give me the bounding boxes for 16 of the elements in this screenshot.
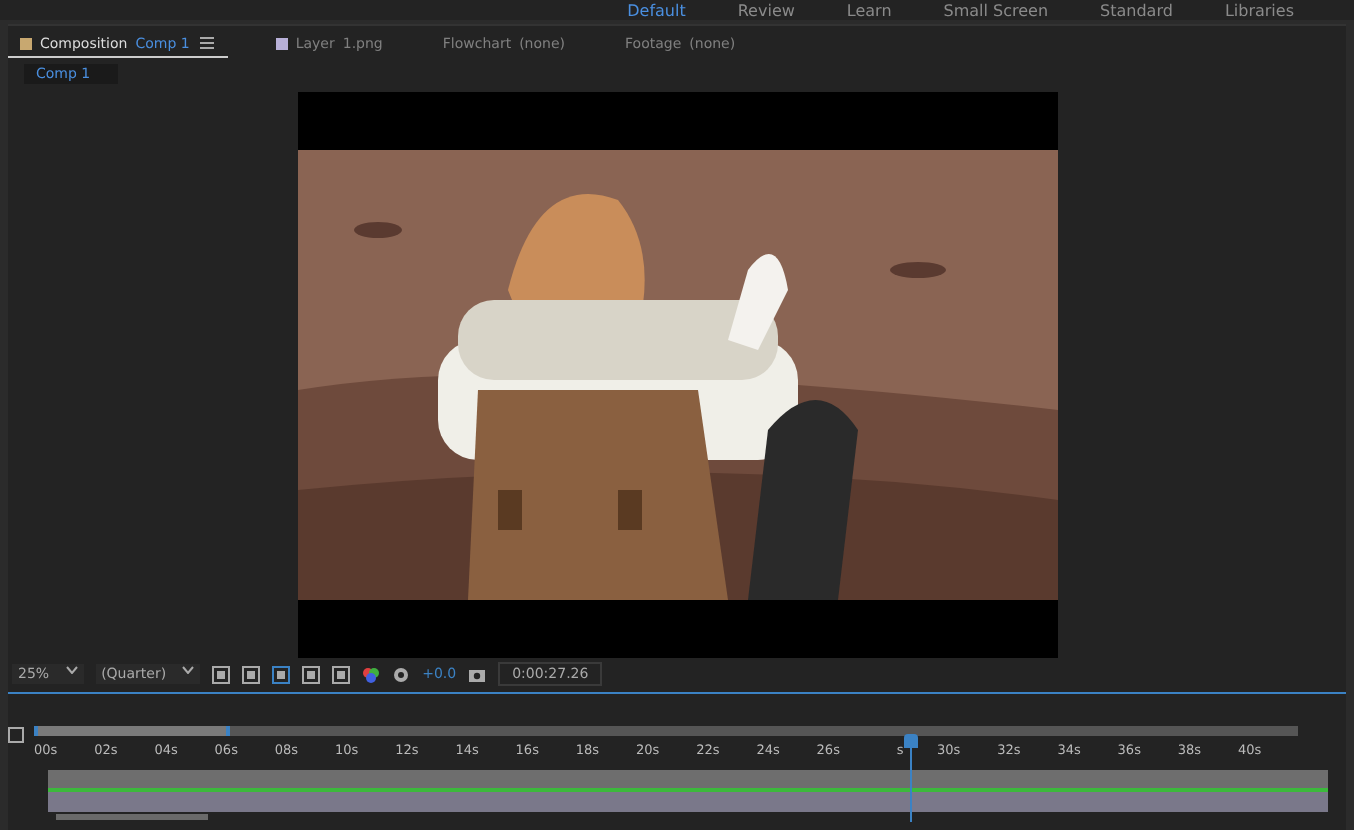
exposure-icon[interactable] [392,665,411,683]
color-channels-icon[interactable] [362,665,381,683]
workspace-tab[interactable]: Learn [846,4,892,20]
comp-icon[interactable] [8,726,26,744]
chevron-down-icon [182,666,195,674]
workspace-tab[interactable]: Review [737,4,795,20]
workspace-tab[interactable]: Small Screen [943,4,1049,20]
scroll-bar[interactable] [56,814,208,820]
workspace-tab[interactable]: Default [627,4,686,20]
workspace-tab[interactable]: Standard [1100,4,1173,20]
layer-icon [275,37,288,49]
camera-icon[interactable] [468,665,487,683]
chevron-down-icon [65,666,78,674]
workspace-tab[interactable]: Libraries [1224,4,1294,20]
composition-icon [20,37,32,49]
menu-icon[interactable] [197,34,216,52]
